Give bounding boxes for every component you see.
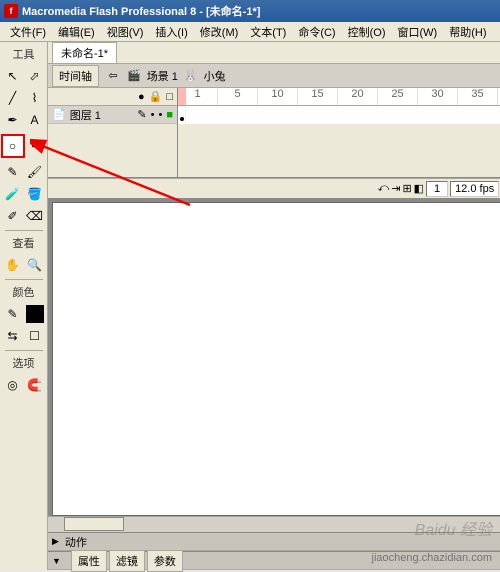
menu-view[interactable]: 视图(V) — [101, 22, 150, 42]
menu-bar: 文件(F) 编辑(E) 视图(V) 插入(I) 修改(M) 文本(T) 命令(C… — [0, 22, 500, 42]
timeline-toggle-button[interactable]: 时间轴 — [52, 65, 99, 87]
outline-column-icon[interactable]: □ — [166, 91, 173, 103]
collapse-triangle-icon[interactable]: ▶ — [52, 536, 59, 547]
oval-tool-icon[interactable]: ○ — [1, 134, 25, 158]
ruler-tick: 5 — [218, 88, 258, 105]
ruler-tick: 25 — [378, 88, 418, 105]
fill-color-icon[interactable]: ■ — [25, 304, 45, 324]
stage-area: + — [48, 198, 500, 516]
scene-bar: 时间轴 ⇦ 🎬 场景 1 🐰 小兔 — [48, 64, 500, 88]
status-btn-icon[interactable]: ◧ — [414, 182, 424, 195]
pencil-tool-icon[interactable]: ✎ — [3, 162, 23, 182]
paint-tool-icon[interactable]: 🪣 — [25, 184, 45, 204]
actions-panel-label[interactable]: 动作 — [65, 534, 87, 550]
eyedrop-tool-icon[interactable]: ✐ — [3, 206, 23, 226]
status-btn-icon[interactable]: ⤺ — [377, 182, 389, 195]
flash-app-icon: f — [4, 4, 18, 18]
snap-option-icon[interactable]: ◎ — [3, 375, 23, 395]
timeline-status-bar: ⤺ ⇥ ⊞ ◧ 1 12.0 fps 0.0s — [48, 178, 500, 198]
scrollbar-thumb[interactable] — [64, 517, 124, 531]
stroke-color-icon[interactable]: ✎ — [3, 304, 23, 324]
tools-label: 工具 — [13, 44, 35, 64]
ruler-tick: 15 — [298, 88, 338, 105]
zoom-tool-icon[interactable]: 🔍 — [25, 255, 45, 275]
menu-text[interactable]: 文本(T) — [244, 22, 292, 42]
hand-tool-icon[interactable]: ✋ — [3, 255, 23, 275]
expand-triangle-icon[interactable]: ▼ — [52, 556, 61, 566]
options-label: 选项 — [13, 353, 35, 373]
scene-label[interactable]: 场景 1 — [147, 68, 178, 84]
properties-panel: ▼ 属性 滤镜 参数 — [48, 551, 500, 570]
playhead[interactable] — [178, 88, 186, 106]
menu-file[interactable]: 文件(F) — [4, 22, 52, 42]
menu-modify[interactable]: 修改(M) — [194, 22, 245, 42]
layer-panel: ● 🔒 □ 📄 图层 1 ✎ • • ■ — [48, 88, 178, 177]
menu-edit[interactable]: 编辑(E) — [52, 22, 101, 42]
menu-control[interactable]: 控制(O) — [342, 22, 392, 42]
frame-ruler: 1 5 10 15 20 25 30 35 40 — [178, 88, 500, 106]
frame-area[interactable]: 1 5 10 15 20 25 30 35 40 — [178, 88, 500, 177]
layer-pencil-icon: ✎ — [137, 108, 146, 121]
arrow-tool-icon[interactable]: ↖ — [3, 66, 23, 86]
layer-row[interactable]: 📄 图层 1 ✎ • • ■ — [48, 106, 177, 124]
scene-icon: 🎬 — [127, 69, 141, 82]
filters-tab[interactable]: 滤镜 — [109, 550, 145, 572]
layer-lock-dot[interactable]: • — [158, 109, 162, 121]
magnet-option-icon[interactable]: 🧲 — [25, 375, 45, 395]
horizontal-scrollbar[interactable] — [48, 516, 500, 532]
rect-tool-icon[interactable]: ▭ — [27, 134, 47, 154]
status-btn-icon[interactable]: ⊞ — [402, 182, 411, 195]
no-color-icon[interactable]: ☐ — [25, 326, 45, 346]
eraser-tool-icon[interactable]: ⌫ — [25, 206, 45, 226]
window-title: Macromedia Flash Professional 8 - [未命名-1… — [22, 3, 260, 19]
swap-color-icon[interactable]: ⇆ — [3, 326, 23, 346]
current-frame: 1 — [426, 181, 448, 197]
back-arrow-icon[interactable]: ⇦ — [105, 68, 121, 84]
layer-icon: 📄 — [52, 108, 66, 121]
frame-row[interactable] — [178, 106, 500, 124]
document-tab-bar: 未命名-1* — [48, 42, 500, 64]
menu-help[interactable]: 帮助(H) — [443, 22, 492, 42]
title-bar: f Macromedia Flash Professional 8 - [未命名… — [0, 0, 500, 22]
text-tool-icon[interactable]: A — [25, 110, 45, 130]
lock-column-icon[interactable]: 🔒 — [149, 90, 163, 103]
ruler-tick: 35 — [458, 88, 498, 105]
actions-panel: ▶ 动作 — [48, 532, 500, 551]
document-tab[interactable]: 未命名-1* — [52, 42, 117, 63]
layer-name[interactable]: 图层 1 — [70, 107, 101, 123]
lasso-tool-icon[interactable]: ⌇ — [25, 88, 45, 108]
tools-panel: 工具 ↖ ⬀ ╱ ⌇ ✒ A ○ ▭ ✎ 🖌 🧪 🪣 ✐ ⌫ 查看 ✋ 🔍 颜色 — [0, 42, 48, 570]
ruler-tick: 10 — [258, 88, 298, 105]
view-label: 查看 — [13, 233, 35, 253]
symbol-label[interactable]: 小兔 — [204, 68, 226, 84]
ruler-tick: 30 — [418, 88, 458, 105]
eye-column-icon[interactable]: ● — [138, 91, 145, 103]
ink-tool-icon[interactable]: 🧪 — [3, 184, 23, 204]
fps-display: 12.0 fps — [450, 181, 499, 197]
color-label: 颜色 — [13, 282, 35, 302]
timeline-panel: ● 🔒 □ 📄 图层 1 ✎ • • ■ 1 5 — [48, 88, 500, 178]
ruler-tick: 20 — [338, 88, 378, 105]
subselect-tool-icon[interactable]: ⬀ — [25, 66, 45, 86]
line-tool-icon[interactable]: ╱ — [3, 88, 23, 108]
brush-tool-icon[interactable]: 🖌 — [25, 162, 45, 182]
stage-canvas[interactable]: + — [52, 202, 500, 516]
symbol-icon: 🐰 — [184, 69, 198, 82]
status-btn-icon[interactable]: ⇥ — [391, 182, 400, 195]
menu-commands[interactable]: 命令(C) — [292, 22, 341, 42]
params-tab[interactable]: 参数 — [147, 550, 183, 572]
menu-window[interactable]: 窗口(W) — [392, 22, 444, 42]
keyframe[interactable] — [178, 106, 186, 124]
properties-tab[interactable]: 属性 — [71, 550, 107, 572]
pen-tool-icon[interactable]: ✒ — [3, 110, 23, 130]
menu-insert[interactable]: 插入(I) — [149, 22, 193, 42]
layer-eye-dot[interactable]: • — [151, 109, 155, 121]
layer-color-swatch[interactable]: ■ — [166, 109, 173, 121]
